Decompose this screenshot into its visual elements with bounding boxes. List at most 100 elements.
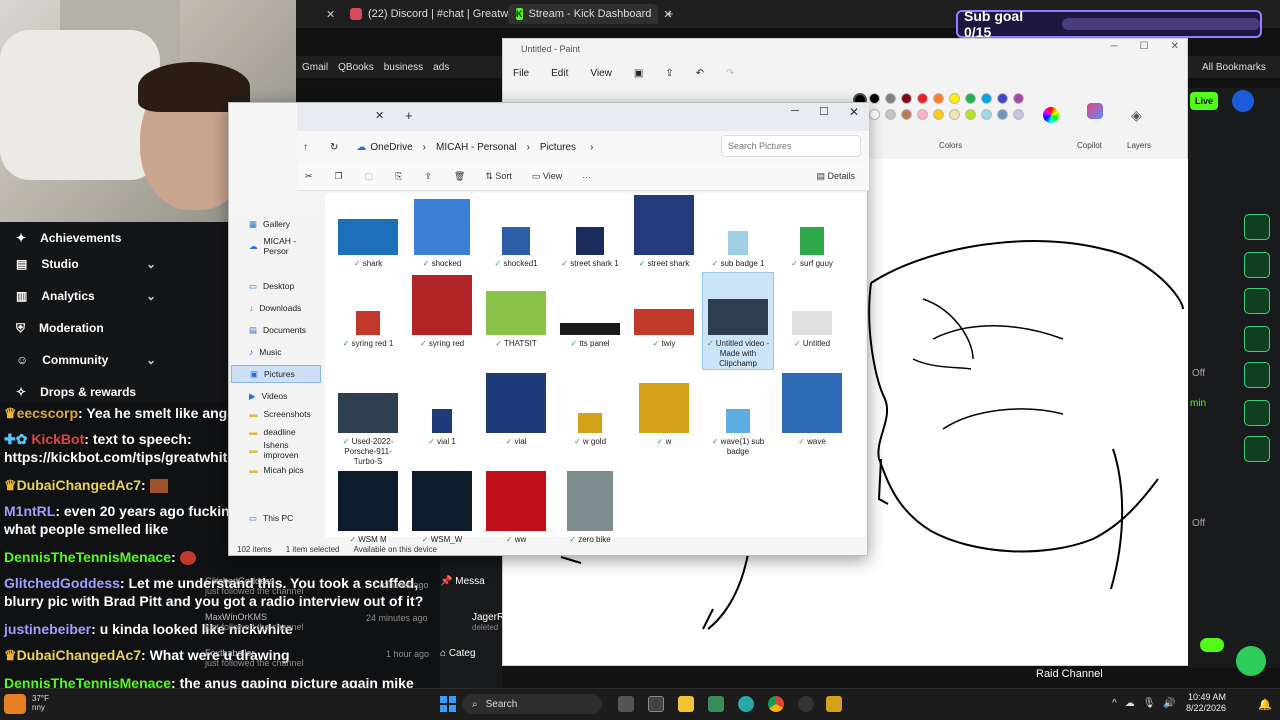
refresh-icon[interactable]: ↻ [330, 142, 338, 153]
toggle-switch[interactable] [1200, 638, 1224, 652]
up-arrow-icon[interactable]: ↑ [303, 142, 308, 153]
bookmark-ads[interactable]: ads [433, 62, 449, 73]
color-swatch[interactable] [1013, 93, 1024, 104]
go-live-button[interactable]: Live [1190, 92, 1218, 110]
breadcrumb-onedrive[interactable]: OneDrive [370, 142, 412, 153]
rename-icon[interactable]: ⎘ [395, 171, 402, 182]
file-item[interactable]: ✓ shark [333, 193, 403, 269]
maximize-icon[interactable]: ☐ [1140, 41, 1149, 52]
task-view-icon[interactable] [618, 696, 634, 712]
clock[interactable]: 10:49 AM 8/22/2026 [1186, 692, 1226, 714]
file-item[interactable]: ✓ wave(1) sub badge [703, 371, 773, 457]
file-item[interactable]: ✓ shocked1 [481, 193, 551, 269]
file-item[interactable]: ✓ WSM M [333, 469, 403, 545]
color-swatch[interactable] [901, 109, 912, 120]
view-button[interactable]: ▭ View [532, 171, 562, 182]
file-item[interactable]: ✓ vial [481, 371, 551, 447]
file-item[interactable]: ✓ Untitled video - Made with Clipchamp [702, 272, 774, 370]
obs-icon[interactable] [798, 696, 814, 712]
undo-icon[interactable]: ↶ [696, 68, 704, 79]
new-tab-icon[interactable]: + [405, 108, 413, 123]
system-tray-icons[interactable]: ^☁🎙🔊 [1112, 698, 1184, 709]
color-swatch[interactable] [997, 109, 1008, 120]
close-icon[interactable]: ✕ [1171, 41, 1179, 52]
color-swatch[interactable] [885, 93, 896, 104]
chat-settings-icon[interactable] [1244, 214, 1270, 240]
file-item[interactable]: ✓ w [629, 371, 699, 447]
file-item[interactable]: ✓ ww [481, 469, 551, 545]
color-swatch[interactable] [933, 109, 944, 120]
file-item[interactable]: ✓ vial 1 [407, 371, 477, 447]
sidebar-item-deadline[interactable]: ▬ deadline [249, 423, 319, 441]
file-item[interactable]: ✓ twiy [629, 273, 699, 349]
copilot-icon[interactable] [1087, 103, 1103, 119]
redo-icon[interactable]: ↷ [726, 68, 734, 79]
close-icon[interactable]: ✕ [849, 105, 859, 119]
file-item[interactable]: ✓ syring red 1 [333, 273, 403, 349]
sidebar-item-micah-persor[interactable]: ☁ MICAH - Persor [249, 236, 319, 256]
copy-icon[interactable]: ❐ [335, 171, 343, 182]
new-tab-icon[interactable]: + [666, 6, 674, 21]
color-swatch[interactable] [965, 109, 976, 120]
grid-icon[interactable] [1244, 400, 1270, 426]
sidebar-item-screenshots[interactable]: ▬ Screenshots [249, 405, 319, 423]
share-icon[interactable]: ⇪ [424, 171, 432, 182]
file-item[interactable]: ✓ Used-2022-Porsche-911-Turbo-S [333, 371, 403, 467]
file-item[interactable]: ✓ w gold [555, 371, 625, 447]
save-icon[interactable]: ▣ [634, 68, 643, 79]
bookmark-business[interactable]: business [384, 62, 423, 73]
taskbar-search[interactable]: ⌕ Search [462, 694, 602, 714]
code-icon[interactable] [1244, 362, 1270, 388]
weather-icon[interactable] [4, 694, 26, 714]
file-item[interactable]: ✓ tts panel [555, 273, 625, 349]
plug-icon[interactable] [1244, 436, 1270, 462]
bookmark-qbooks[interactable]: QBooks [338, 62, 374, 73]
weather-widget[interactable]: 37°F nny [32, 694, 49, 712]
support-icon[interactable] [1236, 646, 1266, 676]
edge-icon[interactable] [738, 696, 754, 712]
sidebar-item-this-pc[interactable]: ▭ This PC [249, 509, 319, 527]
file-item[interactable]: ✓ WSM_W [407, 469, 477, 545]
color-swatch[interactable] [949, 109, 960, 120]
file-explorer-icon[interactable] [678, 696, 694, 712]
file-item[interactable]: ✓ zero bike [555, 469, 625, 545]
app-icon[interactable] [826, 696, 842, 712]
color-swatch[interactable] [917, 93, 928, 104]
color-swatch[interactable] [997, 93, 1008, 104]
delete-icon[interactable]: 🗑 [454, 171, 465, 182]
terminal-icon[interactable] [648, 696, 664, 712]
file-item[interactable]: ✓ wave [777, 371, 847, 447]
spreadsheet-icon[interactable] [708, 696, 724, 712]
minimize-icon[interactable]: ─ [1111, 41, 1118, 52]
sidebar-item-ishens-improven[interactable]: ▬ Ishens improven [249, 440, 319, 460]
message-icon[interactable] [1244, 326, 1270, 352]
menu-file[interactable]: File [513, 68, 529, 79]
cut-icon[interactable]: ✂ [305, 171, 313, 182]
search-input[interactable] [721, 135, 861, 157]
color-swatch[interactable] [869, 109, 880, 120]
maximize-icon[interactable]: ☐ [819, 105, 829, 118]
sidebar-item-music[interactable]: ♪ Music [249, 343, 319, 361]
windows-start-icon[interactable] [440, 696, 456, 712]
sidebar-item-micah-pics[interactable]: ▬ Micah pics [249, 461, 319, 479]
file-item[interactable]: ✓ street shark 1 [555, 193, 625, 269]
close-tab-icon[interactable]: ✕ [326, 8, 335, 21]
breadcrumb-pictures[interactable]: Pictures [540, 142, 576, 153]
file-item[interactable]: ✓ Untitled [777, 273, 847, 349]
color-swatch[interactable] [981, 93, 992, 104]
sidebar-item-gallery[interactable]: ▦ Gallery [249, 215, 319, 233]
details-button[interactable]: ▤ Details [816, 171, 855, 182]
raid-channel-button[interactable]: Raid Channel [1036, 668, 1103, 680]
color-swatch[interactable] [965, 93, 976, 104]
paste-icon[interactable]: ▢ [365, 171, 374, 182]
bolt-icon[interactable] [1244, 252, 1270, 278]
nav-moderation[interactable]: ⛨ Moderation [0, 312, 232, 344]
share-icon[interactable]: ⇪ [665, 68, 673, 79]
nav-studio[interactable]: ▤ Studio ⌄ [0, 248, 232, 280]
sidebar-item-downloads[interactable]: ↓ Downloads [249, 299, 319, 317]
color-swatch[interactable] [933, 93, 944, 104]
nav-community[interactable]: ☺ Community ⌄ [0, 344, 232, 376]
breadcrumb-micah[interactable]: MICAH - Personal [436, 142, 517, 153]
menu-view[interactable]: View [590, 68, 612, 79]
color-swatch[interactable] [901, 93, 912, 104]
